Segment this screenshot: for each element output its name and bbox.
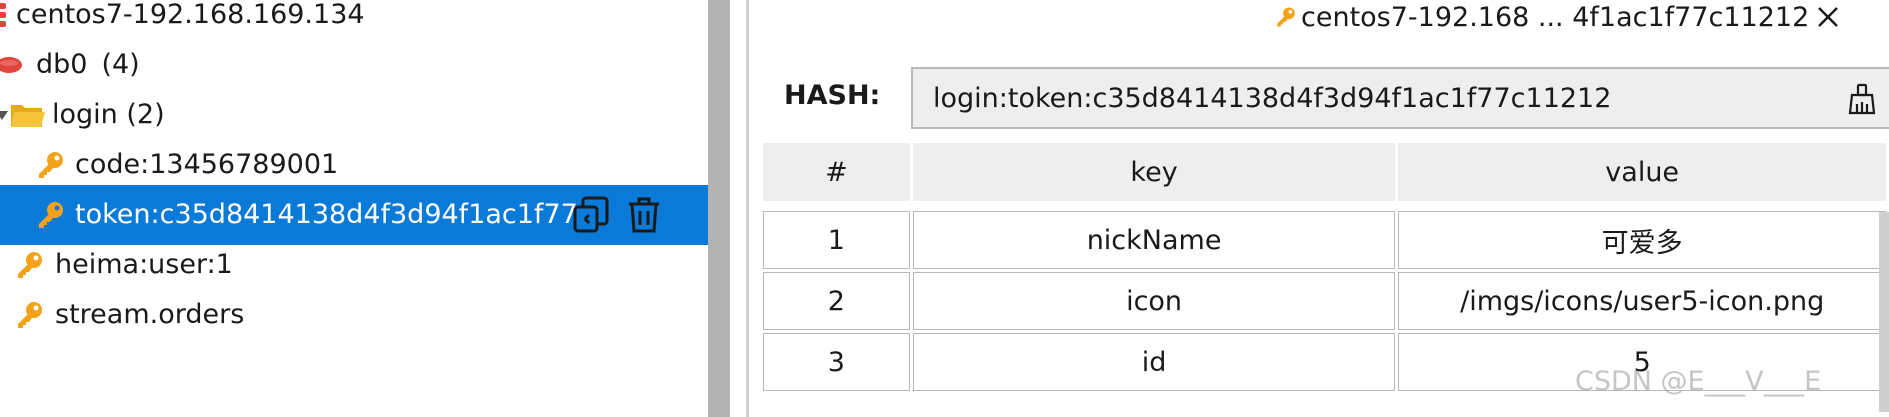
chevron-down-icon[interactable]	[0, 109, 8, 121]
table-scrollbar[interactable]	[1879, 212, 1889, 412]
key-type-label: HASH:	[784, 80, 881, 111]
key-icon	[1275, 5, 1297, 29]
row-index: 1	[763, 211, 910, 269]
column-header-value[interactable]: value	[1398, 143, 1886, 201]
table-gap	[763, 204, 1886, 208]
table-row[interactable]: 1 nickName 可爱多	[763, 211, 1886, 269]
hash-fields-table: # key value 1 nickName 可爱多 2 icon /imgs/…	[760, 140, 1889, 394]
key-name-field[interactable]: login:token:c35d8414138d4f3d94f1ac1f77c1…	[911, 67, 1889, 129]
copy-icon[interactable]	[571, 195, 611, 235]
key-icon	[15, 250, 45, 280]
database-icon	[0, 54, 22, 76]
tab-key-detail[interactable]: centos7-192.168 ... 4f1ac1f77c11212	[1275, 0, 1839, 34]
broom-icon[interactable]	[1847, 83, 1877, 122]
key-icon	[15, 300, 45, 330]
row-value[interactable]: /imgs/icons/user5-icon.png	[1398, 272, 1886, 330]
row-index: 3	[763, 333, 910, 391]
tree-key-row[interactable]: stream.orders	[0, 285, 708, 345]
folder-open-icon	[10, 101, 46, 129]
close-icon[interactable]	[1817, 6, 1839, 28]
panel-splitter[interactable]	[708, 0, 730, 417]
watermark: CSDN @E___V___E	[1575, 366, 1822, 397]
column-header-index[interactable]: #	[763, 143, 910, 201]
key-name-text: login:token:c35d8414138d4f3d94f1ac1f77c1…	[933, 82, 1612, 114]
key-icon	[36, 150, 66, 180]
row-key[interactable]: icon	[912, 272, 1396, 330]
row-key[interactable]: nickName	[912, 211, 1396, 269]
trash-icon[interactable]	[627, 196, 661, 234]
key-icon	[36, 200, 66, 230]
row-value[interactable]: 可爱多	[1398, 211, 1886, 269]
tab-title: centos7-192.168 ... 4f1ac1f77c11212	[1301, 1, 1810, 33]
column-header-key[interactable]: key	[912, 143, 1396, 201]
row-index: 2	[763, 272, 910, 330]
key-label: stream.orders	[55, 299, 245, 330]
row-key[interactable]: id	[912, 333, 1396, 391]
key-tree-panel: centos7-192.168.169.134 db0 (4) login (2…	[0, 0, 708, 417]
table-header-row: # key value	[763, 143, 1886, 201]
database-stack-icon	[0, 1, 8, 29]
table-row[interactable]: 2 icon /imgs/icons/user5-icon.png	[763, 272, 1886, 330]
key-detail-panel: centos7-192.168 ... 4f1ac1f77c11212 HASH…	[749, 0, 1889, 417]
